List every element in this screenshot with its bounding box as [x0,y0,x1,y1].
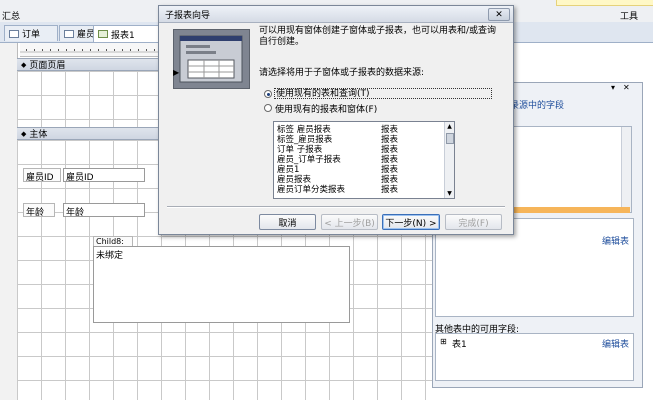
list-item[interactable]: 雇员_订单子报表 报表 [277,155,437,165]
expand-icon[interactable]: ⊞ [440,337,447,346]
textbox-employee-id[interactable]: 雇员ID [63,168,145,183]
ribbon-group-label-tools: 工具 [620,12,639,22]
selection-highlight [509,207,630,213]
list-item[interactable]: 标签_雇员报表 报表 [277,135,437,145]
unbound-text: 未绑定 [96,251,124,261]
section-title: 主体 [29,130,48,140]
label-age[interactable]: 年龄 [23,203,55,218]
dialog-divider [167,206,505,208]
textbox-age[interactable]: 年龄 [63,203,145,218]
back-button[interactable]: < 上一步(B) [321,214,378,230]
form-preview-icon [179,35,243,83]
option-tables-queries[interactable]: 使用现有的表和查询(T) [274,88,492,99]
tree-item-table1[interactable]: 表1 [452,337,467,350]
close-button[interactable]: ✕ [488,8,510,21]
radio-reports-forms[interactable] [264,104,272,112]
section-arrow-icon: ◆ [21,60,27,69]
next-button[interactable]: 下一步(N) > [382,214,440,230]
radio-tables-queries[interactable] [264,90,272,98]
field-list-box[interactable] [509,126,632,213]
scrollbar[interactable] [621,127,631,212]
wizard-illustration [173,29,250,89]
cancel-button[interactable]: 取消 [259,214,316,230]
list-item[interactable]: 订单 子报表 报表 [277,145,437,155]
ribbon-group-label-left: 汇总 [2,12,21,22]
label-employee-id[interactable]: 雇员ID [23,168,61,183]
list-item[interactable]: 标签 雇员报表 报表 [277,125,437,135]
list-scrollbar[interactable]: ▲ ▼ [444,122,454,198]
finish-button[interactable]: 完成(F) [445,214,502,230]
list-item[interactable]: 雇员1 报表 [277,165,437,175]
table-icon [9,29,19,38]
section-title: 页面页眉 [29,61,66,71]
dialog-title: 子报表向导 [165,10,211,21]
table-icon [64,29,74,38]
panel-controls: ▾ ✕ [611,83,641,95]
tab-label: 报表1 [111,30,135,41]
section-arrow-icon: ◆ [21,129,27,138]
ribbon-highlight [556,0,653,6]
dialog-prompt: 请选择将用于子窗体或子报表的数据来源: [259,68,425,78]
list-item[interactable]: 雇员报表 报表 [277,175,437,185]
dialog-intro: 可以用现有窗体创建子窗体或子报表，也可以用表和/或查询自行创建。 [259,26,497,47]
list-item[interactable]: 雇员订单分类报表 报表 [277,185,437,195]
edit-table-link[interactable]: 编辑表 [602,337,629,350]
scroll-down-icon[interactable]: ▼ [446,190,453,197]
vertical-ruler [0,43,18,400]
scroll-up-icon[interactable]: ▲ [446,123,453,130]
subreport-wizard-dialog: 子报表向导 ✕ ▶ 可以用现有窗体创建子窗体或子报表，也可以用表和/或查询自行创… [158,5,514,235]
dialog-titlebar[interactable]: 子报表向导 [159,6,513,23]
other-tables-box[interactable]: ⊞ 表1 编辑表 [435,333,634,381]
tab-report1[interactable]: 报表1 [93,25,159,42]
pointer-arrow-icon: ▶ [173,68,180,77]
field-list-title: 录源中的字段 [510,101,565,111]
option-reports-forms[interactable]: 使用现有的报表和窗体(F) [275,102,377,115]
source-list[interactable]: 标签 雇员报表 报表 标签_雇员报表 报表 订单 子报表 报表 雇员_订单子报表 报表 … [273,121,455,199]
report-icon [98,30,108,38]
edit-table-link[interactable]: 编辑表 [602,234,629,247]
tab-label: 订单 [22,30,41,40]
scroll-thumb[interactable] [446,133,454,144]
close-icon[interactable]: ✕ [623,83,630,95]
tab-orders[interactable]: 订单 [4,25,58,41]
subreport-control[interactable]: 未绑定 [93,246,350,323]
close-icon: ✕ [495,9,503,20]
dropdown-icon[interactable]: ▾ [611,83,615,95]
